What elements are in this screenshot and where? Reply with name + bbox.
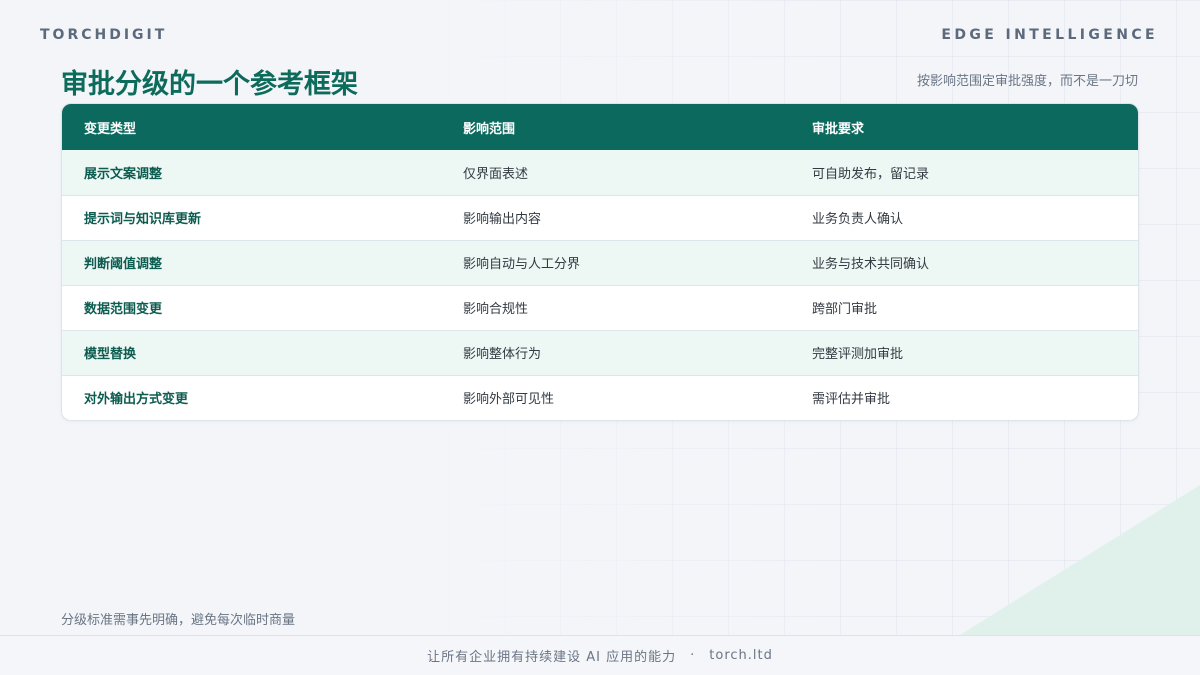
- footer-bar: 让所有企业拥有持续建设 AI 应用的能力 · torch.ltd: [0, 635, 1200, 675]
- footnote: 分级标准需事先明确，避免每次临时商量: [61, 613, 296, 628]
- brand-tagline: EDGE INTELLIGENCE: [941, 27, 1158, 43]
- column-header-impact-scope: 影响范围: [463, 121, 516, 137]
- cell-impact-scope: 影响整体行为: [441, 329, 790, 375]
- footer-site-link[interactable]: torch.ltd: [709, 648, 773, 663]
- brand-name: TORCHDIGIT: [40, 27, 168, 43]
- cell-impact-scope: 影响输出内容: [441, 194, 790, 240]
- cell-change-type: 展示文案调整: [84, 166, 163, 182]
- table-row: 判断阈值调整 影响自动与人工分界 业务与技术共同确认: [62, 239, 1138, 285]
- page-subtitle: 按影响范围定审批强度，而不是一刀切: [916, 74, 1138, 89]
- cell-change-type: 模型替换: [62, 329, 441, 375]
- cell-approval-requirement: 可自助发布，留记录: [812, 166, 930, 182]
- cell-impact-scope: 影响外部可见性: [441, 374, 790, 420]
- background-accent-shape: [960, 485, 1200, 635]
- cell-impact-scope: 影响自动与人工分界: [441, 239, 790, 285]
- approval-table-card: 变更类型 影响范围 审批要求 展示文案调整 仅界面表述 可自助发布，留记录 提示…: [61, 103, 1139, 421]
- footer-separator: ·: [690, 648, 696, 663]
- table-row: 模型替换 影响整体行为 完整评测加审批: [62, 329, 1138, 375]
- cell-approval-requirement: 跨部门审批: [790, 284, 1138, 330]
- cell-change-type: 判断阈值调整: [62, 239, 441, 285]
- table-header-row: 变更类型 影响范围 审批要求: [62, 104, 1138, 150]
- cell-change-type: 对外输出方式变更: [62, 374, 441, 420]
- column-header-approval-requirement: 审批要求: [812, 121, 865, 137]
- cell-change-type: 数据范围变更: [62, 284, 441, 330]
- cell-approval-requirement: 需评估并审批: [790, 374, 1138, 420]
- page-title: 审批分级的一个参考框架: [61, 69, 358, 100]
- cell-impact-scope: 影响合规性: [441, 284, 790, 330]
- cell-impact-scope: 仅界面表述: [463, 166, 529, 182]
- cell-approval-requirement: 业务与技术共同确认: [790, 239, 1138, 285]
- approval-table: 变更类型 影响范围 审批要求 展示文案调整 仅界面表述 可自助发布，留记录 提示…: [62, 104, 1138, 420]
- table-row: 数据范围变更 影响合规性 跨部门审批: [62, 284, 1138, 330]
- column-header-change-type: 变更类型: [84, 121, 137, 137]
- cell-approval-requirement: 业务负责人确认: [790, 194, 1138, 240]
- cell-approval-requirement: 完整评测加审批: [790, 329, 1138, 375]
- table-row: 展示文案调整 仅界面表述 可自助发布，留记录: [62, 150, 1138, 195]
- footer-tagline: 让所有企业拥有持续建设 AI 应用的能力: [427, 650, 677, 665]
- cell-change-type: 提示词与知识库更新: [62, 194, 441, 240]
- table-row: 提示词与知识库更新 影响输出内容 业务负责人确认: [62, 194, 1138, 240]
- table-row: 对外输出方式变更 影响外部可见性 需评估并审批: [62, 374, 1138, 420]
